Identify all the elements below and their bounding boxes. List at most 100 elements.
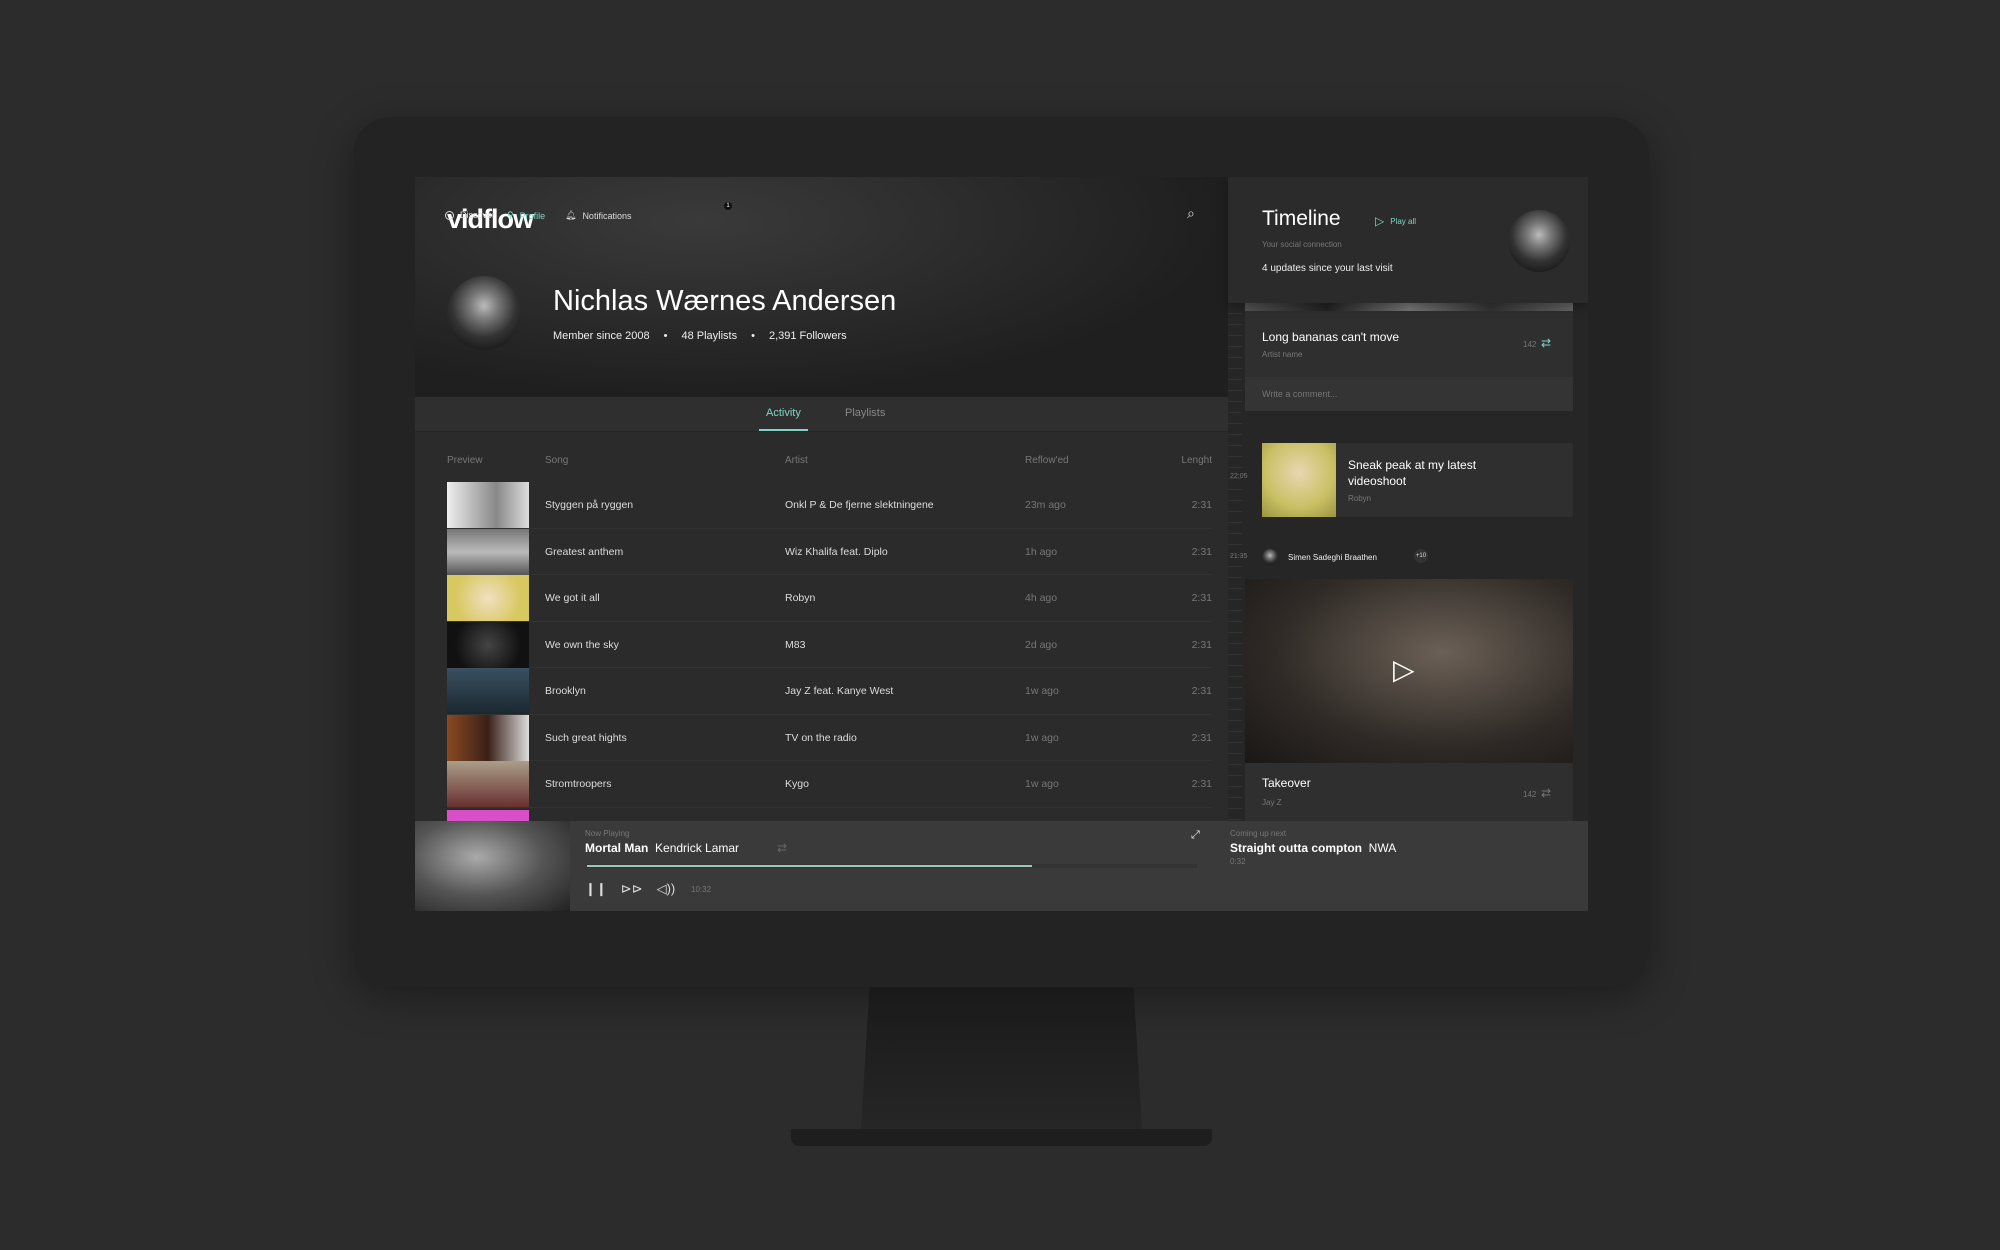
song-length: 2:31 (1191, 638, 1212, 651)
play-all-label: Play all (1390, 216, 1417, 226)
table-row[interactable]: We got it all Robyn 4h ago 2:31 (447, 575, 1212, 622)
col-preview[interactable]: Preview (447, 455, 483, 466)
nav-discover[interactable]: Discover (445, 210, 495, 220)
extra-count-badge[interactable]: +10 (1414, 549, 1428, 563)
song-artist[interactable]: Jay Z feat. Kanye West (785, 685, 893, 697)
video-thumbnail[interactable]: ▷ (1245, 579, 1573, 763)
col-song[interactable]: Song (545, 455, 568, 466)
song-title: Stromtroopers (545, 778, 612, 790)
reflow-count: 142 (1523, 790, 1537, 799)
user-name[interactable]: Simen Sadeghi Braathen (1288, 553, 1377, 562)
timeline-ruler (1228, 303, 1242, 821)
next-icon[interactable]: ⊳⊳ (621, 881, 643, 897)
profile-header: vidflow Discover ⚲ Profile 🔔︎ Notification… (415, 177, 1228, 397)
profile-name: Nichlas Wærnes Andersen (553, 285, 897, 317)
song-artist[interactable]: Robyn (785, 592, 815, 604)
table-row[interactable]: Brooklyn Jay Z feat. Kanye West 1w ago 2… (447, 668, 1212, 715)
col-length[interactable]: Lenght (1181, 455, 1212, 466)
play-all-button[interactable]: ▷ Play all (1375, 214, 1416, 228)
song-title: We own the sky (545, 638, 619, 651)
timeline-avatar (1508, 210, 1570, 272)
card-artist: Robyn (1348, 494, 1372, 503)
monitor-base (791, 1129, 1212, 1146)
song-length: 2:31 (1191, 592, 1212, 604)
profile-avatar (447, 276, 521, 350)
table-row[interactable]: Stromtroopers Kygo 1w ago 2:31 (447, 761, 1212, 808)
repeat-icon[interactable]: ⇄ (777, 841, 787, 855)
card-title: Takeover (1262, 776, 1311, 790)
timeline-header: Timeline ▷ Play all Your social connectio… (1228, 177, 1588, 303)
song-length: 2:31 (1191, 731, 1212, 744)
timeline-subtitle: Your social connection (1262, 240, 1342, 249)
volume-icon[interactable]: ◁)) (657, 881, 676, 897)
timeline-card[interactable]: Sneak peak at my latest videoshoot Robyn (1262, 443, 1573, 517)
reflowed-time: 4h ago (1025, 592, 1058, 604)
expand-icon[interactable]: ⤢ (1191, 829, 1200, 842)
nav-profile[interactable]: ⚲ Profile (507, 210, 545, 221)
song-title: Brooklyn (545, 685, 586, 697)
nav-label: Profile (519, 210, 546, 221)
dot: • (663, 330, 668, 342)
playlists-count[interactable]: 48 Playlists (681, 330, 737, 342)
song-thumbnail (447, 810, 529, 821)
song-title: Such great hights (545, 731, 627, 744)
profile-tabs: Activity Playlists (415, 397, 1228, 432)
nav-notifications[interactable]: 🔔︎ Notifications (565, 210, 631, 221)
col-reflowed[interactable]: Reflow'ed (1025, 455, 1069, 466)
progress-bar[interactable] (587, 864, 1197, 868)
timeline-card[interactable]: Long bananas can't move Artist name 142 … (1245, 303, 1573, 411)
repost-icon[interactable]: ⇄ (1541, 786, 1551, 800)
followers-count[interactable]: 2,391 Followers (769, 330, 847, 342)
song-title: We got it all (545, 592, 600, 604)
song-artist[interactable]: TV on the radio (785, 732, 857, 744)
song-artist[interactable]: Kygo (785, 778, 809, 790)
card-artist: Jay Z (1262, 798, 1282, 807)
song-thumbnail[interactable] (447, 761, 529, 807)
song-thumbnail[interactable] (447, 621, 529, 668)
play-icon[interactable]: ▷ (1393, 653, 1415, 686)
timestamp: 22:05 (1230, 473, 1248, 480)
table-row[interactable]: We own the sky M83 2d ago 2:31 (447, 621, 1212, 668)
song-thumbnail[interactable] (447, 668, 529, 714)
col-artist[interactable]: Artist (785, 455, 808, 466)
song-length: 2:31 (1191, 778, 1212, 790)
song-artist[interactable]: M83 (785, 639, 805, 651)
user-avatar[interactable] (1262, 549, 1278, 565)
table-row[interactable]: Greatest anthem Wiz Khalifa feat. Diplo … (447, 528, 1212, 575)
card-title: Long bananas can't move (1262, 330, 1400, 344)
card-artist: Artist name (1262, 350, 1303, 359)
song-artist[interactable]: Onkl P & De fjerne slektningene (785, 499, 934, 511)
reflowed-time: 1w ago (1025, 685, 1059, 697)
user-icon: ⚲ (507, 210, 514, 220)
song-thumbnail[interactable] (447, 714, 529, 761)
repost-icon[interactable]: ⇄ (1541, 336, 1551, 350)
tab-playlists[interactable]: Playlists (845, 407, 885, 419)
table-row[interactable]: Such great hights TV on the radio 1w ago… (447, 714, 1212, 761)
track-artist: Kendrick Lamar (655, 841, 740, 855)
track-title: Mortal Man (585, 841, 649, 855)
app-screen: vidflow Discover ⚲ Profile 🔔︎ Notification… (415, 177, 1588, 911)
comment-input[interactable] (1245, 377, 1573, 411)
song-thumbnail[interactable] (447, 482, 529, 528)
now-playing-label: Now Playing (585, 829, 630, 838)
next-track-title[interactable]: Straight outta compton (1230, 841, 1362, 855)
timeline-updates: 4 updates since your last visit (1262, 263, 1393, 274)
member-since: Member since 2008 (553, 330, 650, 342)
song-artist[interactable]: Wiz Khalifa feat. Diplo (785, 546, 888, 558)
song-title: Styggen på ryggen (545, 499, 634, 511)
song-thumbnail[interactable] (447, 528, 529, 575)
progress-fill (587, 865, 1033, 867)
reflowed-time: 1h ago (1025, 545, 1058, 558)
profile-meta: Member since 2008 • 48 Playlists • 2,391 Fol… (553, 330, 847, 342)
search-icon[interactable]: ⌕ (1187, 205, 1195, 222)
next-track-time: 0:32 (1230, 857, 1246, 866)
dot: • (751, 330, 755, 342)
song-length: 2:31 (1191, 499, 1212, 511)
song-thumbnail[interactable] (447, 575, 529, 621)
card-image (1262, 443, 1336, 517)
nav-label: Notifications (582, 210, 632, 221)
timestamp: 21:35 (1230, 553, 1248, 560)
tab-activity[interactable]: Activity (759, 407, 808, 431)
pause-icon[interactable]: ❙❙ (585, 881, 607, 897)
table-row[interactable]: Styggen på ryggen Onkl P & De fjerne sle… (447, 482, 1212, 529)
